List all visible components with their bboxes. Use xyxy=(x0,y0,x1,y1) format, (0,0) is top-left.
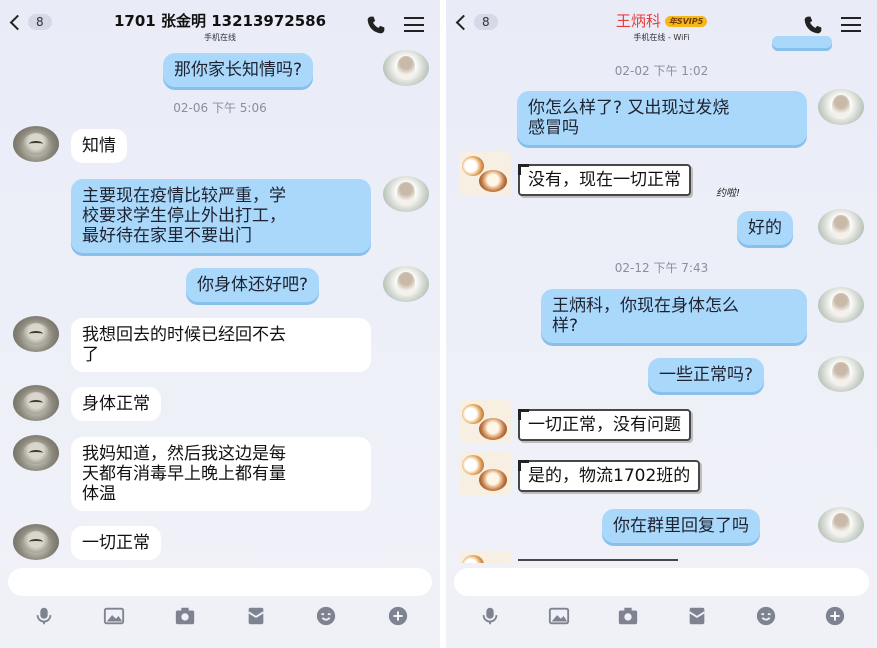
message-bubble-sent[interactable]: 好的 xyxy=(737,211,793,245)
my-avatar[interactable] xyxy=(383,50,429,86)
timestamp: 02-02 下午 1:02 xyxy=(614,64,709,78)
message-bubble-sent[interactable]: 一些正常吗? xyxy=(648,358,765,392)
message-bubble-received[interactable]: 没有，现在一切正常 xyxy=(518,164,691,196)
menu-icon[interactable] xyxy=(841,17,861,32)
chat-window-right: 8 王炳科 年SVIP5 手机在线 - WiFi 02-02 下午 1:02 你怎… xyxy=(446,0,877,648)
camera-icon[interactable] xyxy=(617,605,639,627)
message-bubble-sent[interactable]: 王炳科，你现在身体怎么 样? xyxy=(541,289,807,343)
contact-avatar[interactable] xyxy=(459,152,511,196)
contact-avatar[interactable] xyxy=(13,316,59,352)
my-avatar[interactable] xyxy=(818,356,864,392)
message-bubble-sent[interactable]: 你在群里回复了吗 xyxy=(602,509,760,543)
message-bubble-received[interactable]: 身体正常 xyxy=(71,387,161,421)
message-bubble-sent[interactable]: 那你家长知情吗? xyxy=(163,53,314,87)
chat-window-left: 8 1701 张金明 13213972586 手机在线 那你家长知情吗? 02-… xyxy=(0,0,440,648)
input-area xyxy=(446,563,877,648)
contact-avatar[interactable] xyxy=(13,126,59,162)
image-icon[interactable] xyxy=(103,605,125,627)
timestamp: 02-12 下午 7:43 xyxy=(614,261,709,275)
message-bubble-sent[interactable]: 主要现在疫情比较严重，学 校要求学生停止外出打工， 最好待在家里不要出门 xyxy=(71,179,371,253)
input-toolbar xyxy=(0,603,440,633)
contact-avatar[interactable] xyxy=(13,435,59,471)
plus-icon[interactable] xyxy=(824,605,846,627)
message-bubble-sent-partial xyxy=(772,36,832,48)
my-avatar[interactable] xyxy=(818,287,864,323)
message-bubble-received[interactable]: 我妈知道，然后我这边是每 天都有消毒早上晚上都有量 体温 xyxy=(71,437,371,511)
message-bubble-received[interactable]: 一切正常 xyxy=(71,526,161,560)
menu-icon[interactable] xyxy=(404,17,424,32)
message-bubble-received[interactable]: 我想回去的时候已经回不去 了 xyxy=(71,318,371,372)
input-area xyxy=(0,563,440,648)
image-icon[interactable] xyxy=(548,605,570,627)
message-bubble-sent[interactable]: 你怎么样了? 又出现过发烧 感冒吗 xyxy=(517,91,807,145)
sticker-label: 约啦! xyxy=(716,188,741,199)
message-input[interactable] xyxy=(454,568,869,596)
plus-icon[interactable] xyxy=(387,605,409,627)
message-input[interactable] xyxy=(8,568,432,596)
chat-header: 8 1701 张金明 13213972586 手机在线 xyxy=(0,0,440,50)
mic-icon[interactable] xyxy=(479,605,501,627)
timestamp: 02-06 下午 5:06 xyxy=(173,101,267,115)
contact-avatar[interactable] xyxy=(459,400,511,444)
input-toolbar xyxy=(446,603,877,633)
phone-call-icon[interactable] xyxy=(366,15,386,35)
camera-icon[interactable] xyxy=(174,605,196,627)
chat-title: 王炳科 xyxy=(615,12,661,30)
contact-avatar[interactable] xyxy=(13,385,59,421)
red-packet-icon[interactable] xyxy=(245,605,267,627)
message-bubble-received[interactable]: 一切正常，没有问题 xyxy=(518,409,691,441)
red-packet-icon[interactable] xyxy=(686,605,708,627)
my-avatar[interactable] xyxy=(818,209,864,245)
emoji-icon[interactable] xyxy=(755,605,777,627)
my-avatar[interactable] xyxy=(818,507,864,543)
contact-avatar[interactable] xyxy=(13,524,59,560)
my-avatar[interactable] xyxy=(383,176,429,212)
contact-avatar[interactable] xyxy=(459,451,511,495)
my-avatar[interactable] xyxy=(383,266,429,302)
svip-badge: 年SVIP5 xyxy=(664,16,708,27)
message-bubble-received[interactable]: 知情 xyxy=(71,129,127,163)
emoji-icon[interactable] xyxy=(315,605,337,627)
message-bubble-sent[interactable]: 你身体还好吧? xyxy=(186,268,320,302)
mic-icon[interactable] xyxy=(33,605,55,627)
phone-call-icon[interactable] xyxy=(803,15,823,35)
message-bubble-received[interactable]: 是的，物流1702班的 xyxy=(518,460,701,492)
my-avatar[interactable] xyxy=(818,89,864,125)
